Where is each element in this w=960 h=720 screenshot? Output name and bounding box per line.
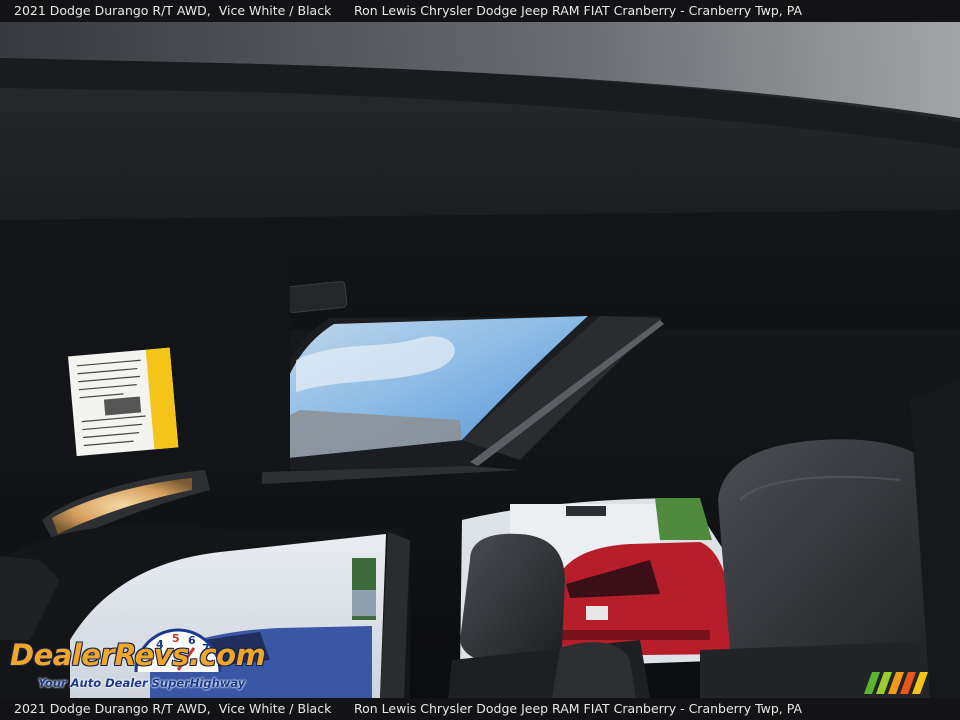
airbag-warning-label xyxy=(68,347,179,457)
distant-car xyxy=(352,590,376,616)
sunroof-interior-scene xyxy=(0,22,960,698)
rear-headrest xyxy=(460,533,565,666)
dealerrevs-tagline: Your Auto Dealer SuperHighway xyxy=(38,676,246,690)
caption-vehicle-name-bottom: 2021 Dodge Durango R/T AWD, xyxy=(14,701,211,716)
dealerrevs-brand: DealerRevs.com xyxy=(10,638,266,672)
headliner-vent xyxy=(286,280,348,314)
dealerrevs-watermark: 4 5 6 7 DealerRevs.com Your Auto Dealer … xyxy=(10,626,270,696)
vehicle-interior-photo xyxy=(0,22,960,698)
color-stripes-icon xyxy=(864,672,928,694)
red-suv-plate xyxy=(586,606,608,620)
caption-color: Vice White / Black xyxy=(218,3,332,18)
red-suv-bumper xyxy=(560,630,710,640)
caption-color-bottom: Vice White / Black xyxy=(218,701,332,716)
caption-bar-bottom: 2021 Dodge Durango R/T AWD, Vice White /… xyxy=(0,698,960,720)
caption-dealer-bottom: Ron Lewis Chrysler Dodge Jeep RAM FIAT C… xyxy=(354,701,803,716)
caption-vehicle-name: 2021 Dodge Durango R/T AWD, xyxy=(14,3,211,18)
caption-vehicle: 2021 Dodge Durango R/T AWD, Vice White /… xyxy=(14,0,331,22)
building-window xyxy=(566,506,606,516)
caption-bar-top: 2021 Dodge Durango R/T AWD, Vice White /… xyxy=(0,0,960,22)
caption-vehicle-bottom: 2021 Dodge Durango R/T AWD, Vice White /… xyxy=(14,698,331,720)
caption-dealer: Ron Lewis Chrysler Dodge Jeep RAM FIAT C… xyxy=(354,3,803,18)
